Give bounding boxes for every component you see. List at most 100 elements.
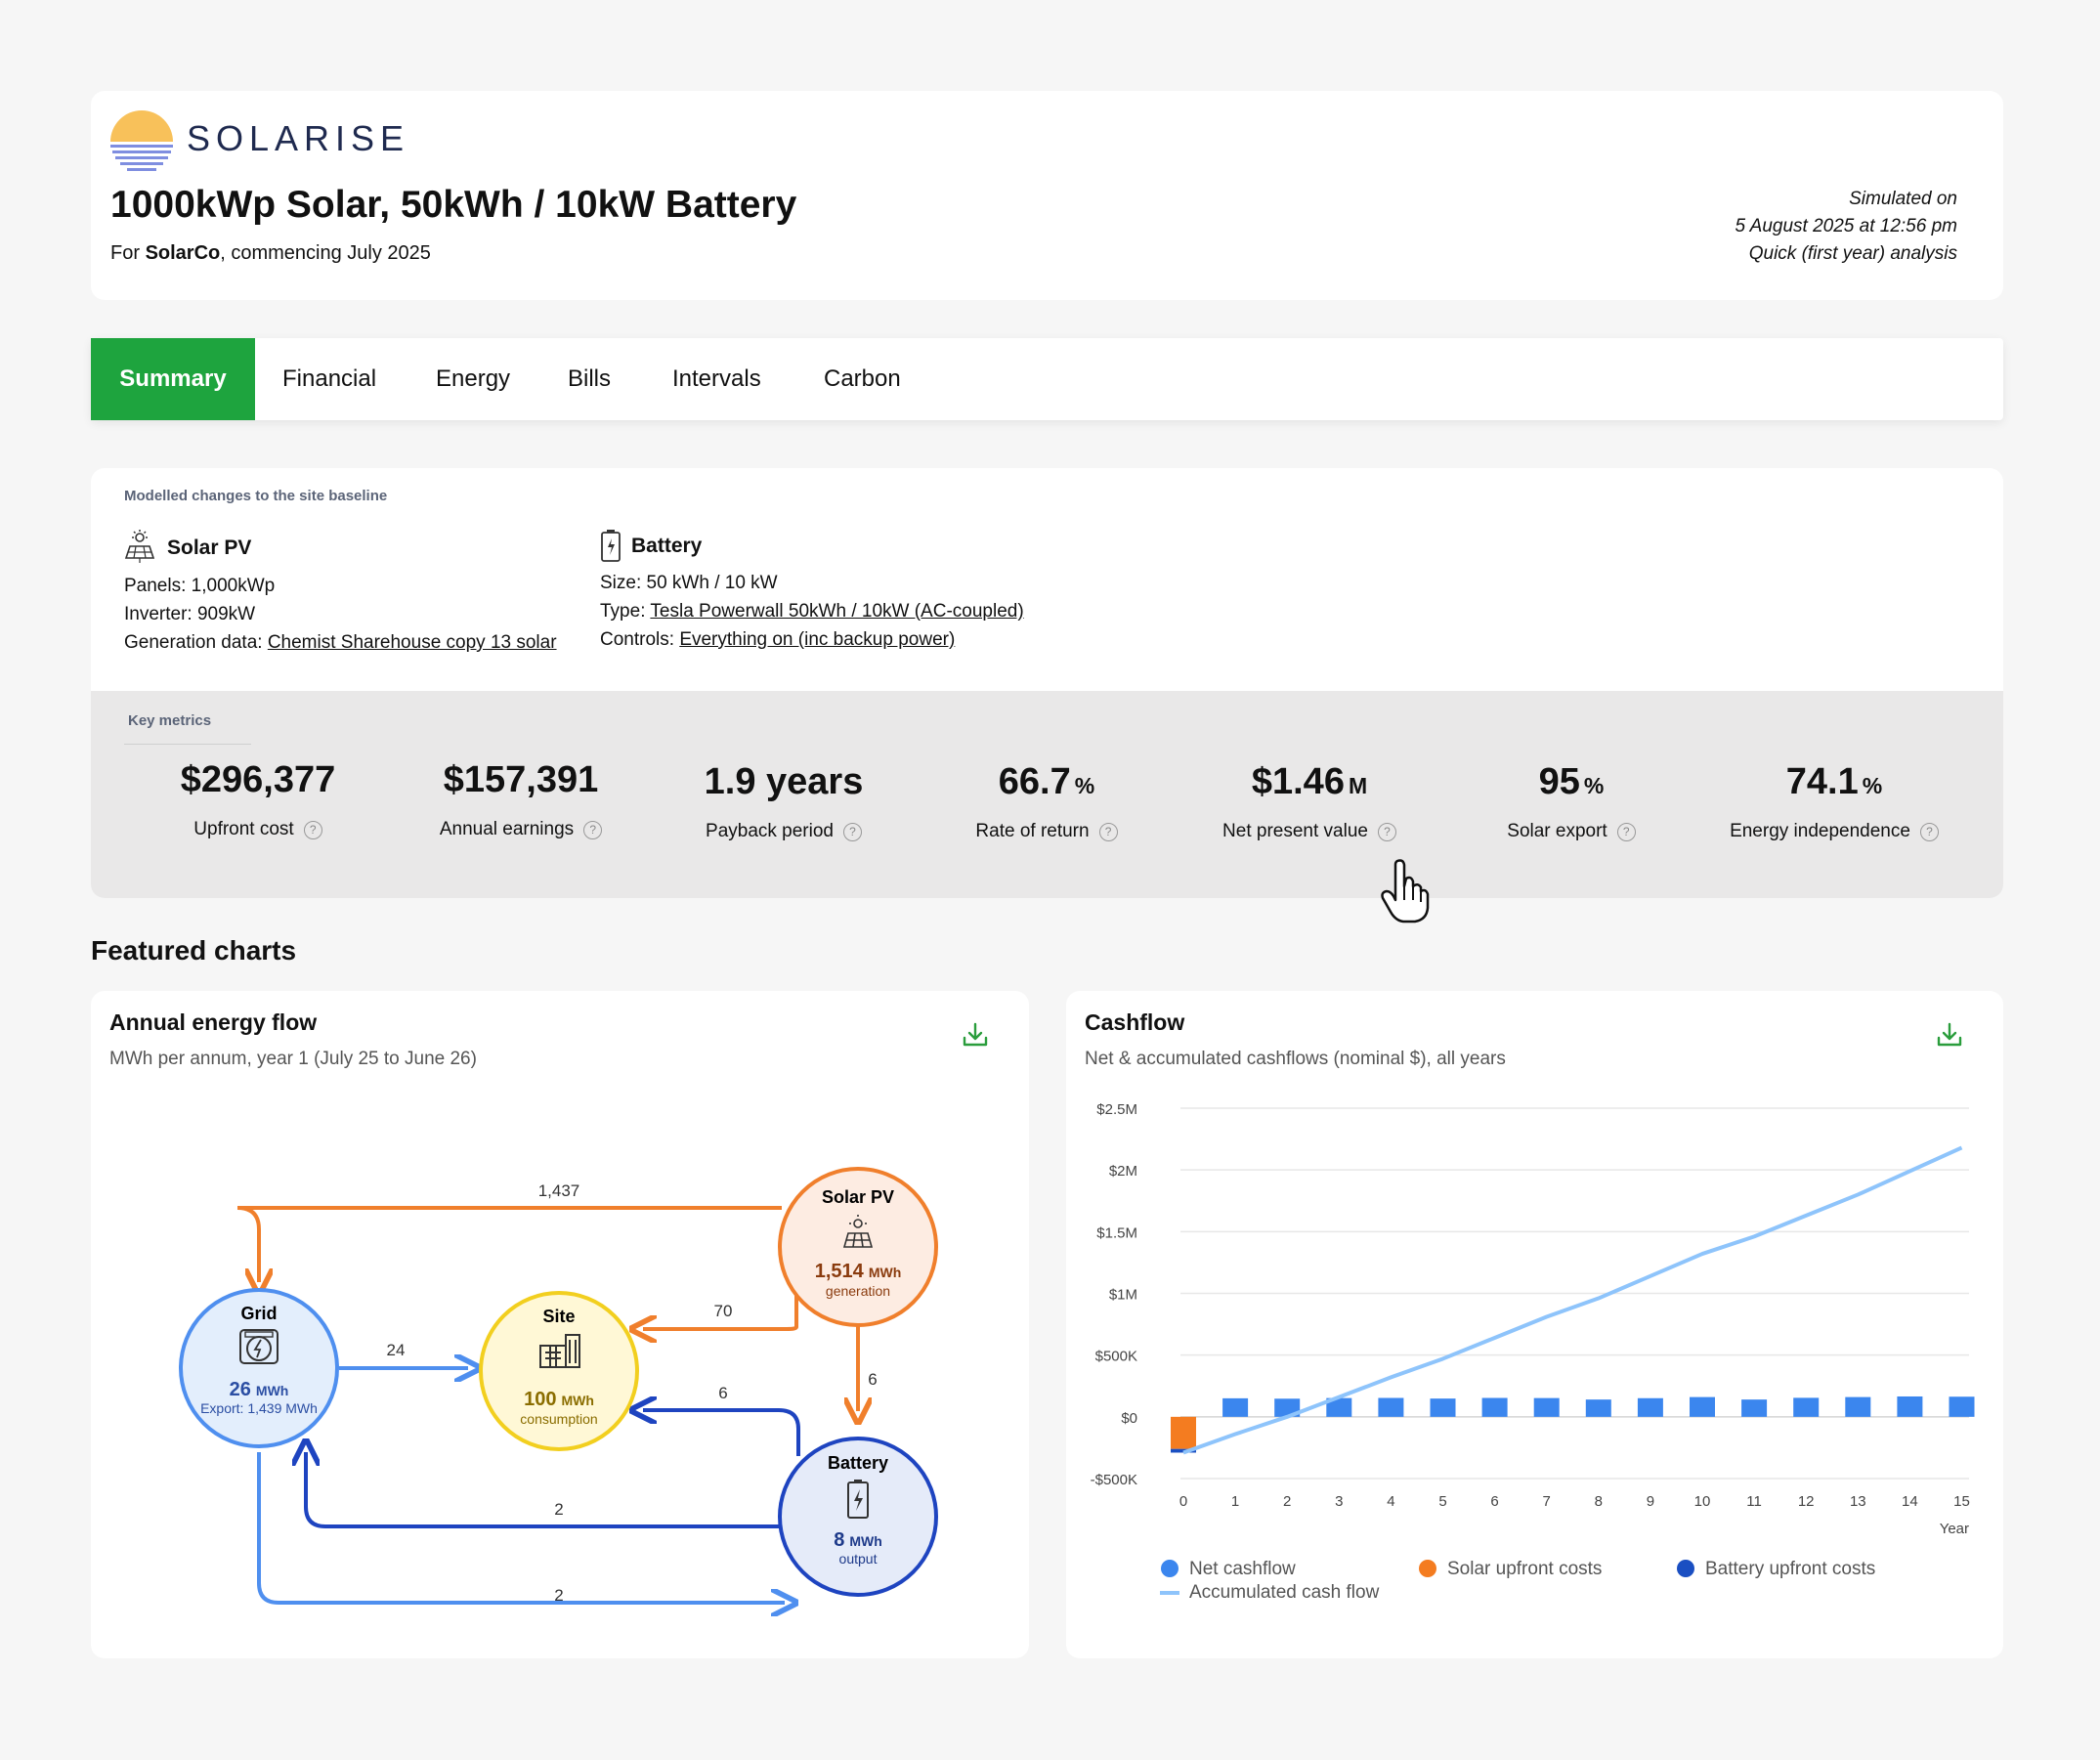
- x-tick-label: 10: [1694, 1493, 1711, 1510]
- y-tick-label: $0: [1121, 1410, 1137, 1427]
- key-metrics-panel: Key metrics $296,377 Upfront cost? $157,39…: [91, 691, 2003, 898]
- tab-energy[interactable]: Energy: [436, 338, 510, 420]
- y-tick-label: $1M: [1109, 1287, 1137, 1304]
- hand-cursor-icon: [1381, 859, 1430, 923]
- x-tick-label: 3: [1335, 1493, 1343, 1510]
- changes-label: Modelled changes to the site baseline: [124, 488, 388, 504]
- key-metrics-label: Key metrics: [128, 712, 212, 729]
- x-tick-label: 5: [1438, 1493, 1446, 1510]
- site-node: Site 100 MWh consumption: [479, 1291, 639, 1451]
- metric-payback-period: 1.9 years Payback period?: [652, 761, 916, 842]
- sim-analysis-type: Quick (first year) analysis: [1748, 243, 1957, 264]
- site-changes-card: Modelled changes to the site baseline So…: [91, 468, 2003, 898]
- page-title: 1000kWp Solar, 50kWh / 10kW Battery: [110, 184, 797, 226]
- accumulated-cashflow-line: [1182, 1145, 1963, 1455]
- y-tick-label: $2M: [1109, 1163, 1137, 1180]
- y-tick-label: $1.5M: [1096, 1224, 1137, 1241]
- edge-label-solar-site: 70: [714, 1302, 733, 1320]
- solar-pv-title: Solar PV: [167, 537, 252, 559]
- edge-battery-to-grid: [306, 1452, 779, 1528]
- legend-marker: [1677, 1560, 1694, 1577]
- metric-label: Annual earnings?: [440, 819, 603, 840]
- metric-annual-earnings: $157,391 Annual earnings?: [389, 759, 653, 840]
- x-tick-label: 1: [1231, 1493, 1239, 1510]
- x-tick-label: 9: [1647, 1493, 1654, 1510]
- battery-controls-line: Controls: Everything on (inc backup powe…: [600, 629, 955, 651]
- grid-node-unit: MWh: [256, 1383, 288, 1398]
- x-tick-label: 8: [1595, 1493, 1603, 1510]
- x-tick-label: 14: [1902, 1493, 1918, 1510]
- tab-bills[interactable]: Bills: [568, 338, 611, 420]
- bar-net-cashflow: [1793, 1397, 1820, 1417]
- metric-label: Payback period?: [706, 821, 862, 842]
- bar-net-cashflow: [1897, 1395, 1923, 1417]
- tab-intervals[interactable]: Intervals: [672, 338, 761, 420]
- tab-carbon[interactable]: Carbon: [824, 338, 901, 420]
- help-icon[interactable]: ?: [303, 821, 322, 839]
- edge-label-solar-battery: 6: [868, 1370, 877, 1389]
- metrics-divider: [124, 744, 251, 745]
- help-icon[interactable]: ?: [1616, 823, 1636, 841]
- sim-datetime: 5 August 2025 at 12:56 pm: [1735, 216, 1957, 236]
- edge-label-grid-battery: 2: [554, 1586, 563, 1605]
- solar-node: Solar PV 1,514 MWh generation: [778, 1167, 938, 1327]
- generation-data-link[interactable]: Chemist Sharehouse copy 13 solar: [268, 632, 557, 653]
- legend-label: Battery upfront costs: [1705, 1559, 1875, 1579]
- help-icon[interactable]: ?: [583, 821, 603, 839]
- metric-label: Net present value?: [1222, 821, 1396, 842]
- metric-unit: %: [1074, 773, 1095, 798]
- generation-data-label: Generation data:: [124, 632, 268, 653]
- solar-panels-line: Panels: 1,000kWp: [124, 576, 276, 596]
- svg-text:26MWh: 26 MWh: [230, 1379, 289, 1400]
- bar-net-cashflow: [1741, 1399, 1768, 1417]
- metric-value-number: $296,377: [180, 759, 336, 800]
- bar-net-cashflow: [1585, 1399, 1611, 1417]
- bar-net-cashflow: [1690, 1396, 1715, 1417]
- solar-inverter-line: Inverter: 909kW: [124, 604, 256, 624]
- x-tick-label: 11: [1746, 1493, 1762, 1510]
- x-tick-label: 12: [1798, 1493, 1815, 1510]
- metric-value-number: 66.7: [998, 761, 1071, 802]
- battery-controls-link[interactable]: Everything on (inc backup power): [679, 629, 955, 650]
- x-tick-label: 15: [1953, 1493, 1970, 1510]
- grid-node-value: 26: [230, 1379, 251, 1400]
- simulation-info: Simulated on 5 August 2025 at 12:56 pm Q…: [1736, 186, 1957, 268]
- x-tick-label: 2: [1283, 1493, 1291, 1510]
- solar-node-note: generation: [826, 1283, 890, 1299]
- solar-node-label: Solar PV: [822, 1187, 894, 1207]
- bar-net-cashflow: [1430, 1398, 1456, 1417]
- y-tick-label: -$500K: [1091, 1472, 1137, 1488]
- help-icon[interactable]: ?: [1919, 823, 1939, 841]
- site-node-unit: MWh: [561, 1393, 593, 1408]
- bar-net-cashflow: [1533, 1397, 1560, 1417]
- battery-type-link[interactable]: Tesla Powerwall 50kWh / 10kW (AC-coupled…: [650, 601, 1023, 622]
- report-header: SOLARISE 1000kWp Solar, 50kWh / 10kW Bat…: [91, 91, 2003, 300]
- edge-label-grid-site: 24: [387, 1341, 406, 1359]
- help-icon[interactable]: ?: [1098, 823, 1118, 841]
- tab-financial[interactable]: Financial: [282, 338, 376, 420]
- page-subtitle: For SolarCo, commencing July 2025: [110, 242, 431, 265]
- bar-net-cashflow: [1481, 1397, 1508, 1417]
- svg-text:1,514MWh: 1,514 MWh: [815, 1261, 902, 1282]
- metric-net-present-value: $1.46 M Net present value?: [1178, 761, 1441, 842]
- help-icon[interactable]: ?: [1377, 823, 1396, 841]
- metric-label: Upfront cost?: [193, 819, 322, 840]
- metric-value: 1.9 years: [652, 761, 916, 803]
- brand-name: SOLARISE: [187, 118, 410, 158]
- legend-label: Net cashflow: [1189, 1559, 1296, 1579]
- tab-summary[interactable]: Summary: [91, 338, 255, 420]
- x-tick-label: 7: [1543, 1493, 1551, 1510]
- grid-node-label: Grid: [240, 1304, 277, 1323]
- bar-net-cashflow: [1222, 1397, 1249, 1417]
- metric-upfront-cost: $296,377 Upfront cost?: [126, 759, 390, 840]
- x-tick-label: 4: [1387, 1493, 1394, 1510]
- metric-unit: %: [1583, 773, 1605, 798]
- metric-label-text: Solar export: [1507, 821, 1607, 841]
- battery-icon: [601, 530, 621, 562]
- metric-value: 74.1%: [1702, 761, 1966, 803]
- help-icon[interactable]: ?: [842, 823, 862, 841]
- cashflow-chart: $2.5M$2M$1.5M$1M$500K$0-$500K0 1 2 3 4 5 6 7 8 9 1…: [1091, 1101, 1975, 1603]
- metric-label: Rate of return?: [975, 821, 1118, 842]
- bar-net-cashflow: [1637, 1397, 1663, 1417]
- edge-solar-to-grid: [236, 1206, 782, 1282]
